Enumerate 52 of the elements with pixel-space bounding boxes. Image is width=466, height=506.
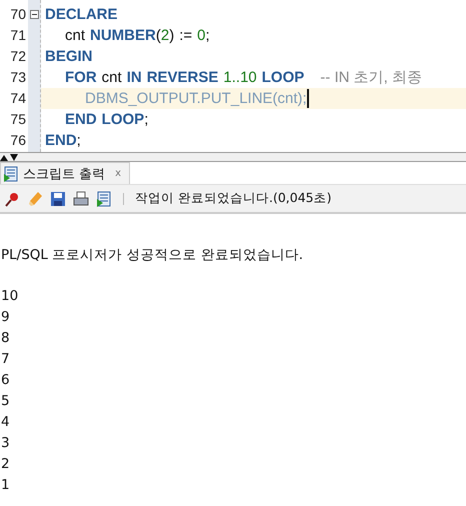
output-line: 7 — [1, 351, 11, 369]
output-tab[interactable]: 스크립트 출력 x — [0, 162, 130, 184]
code-token: BEGIN — [45, 48, 93, 65]
line-number: 73 — [9, 68, 26, 87]
code-token: REVERSE — [146, 69, 218, 86]
code-token: := — [178, 27, 192, 44]
code-token: END — [45, 132, 77, 149]
code-token: LOOP — [260, 69, 304, 86]
output-line: 10 — [1, 288, 20, 306]
output-line: 8 — [1, 330, 11, 348]
splitter-arrows-icon[interactable] — [0, 154, 20, 160]
code-token: LOOP — [100, 111, 144, 128]
pin-icon[interactable] — [4, 190, 20, 206]
code-token: cnt — [100, 69, 122, 86]
output-line: 9 — [1, 309, 11, 327]
line-number: 76 — [9, 131, 26, 150]
code-token: ; — [76, 132, 81, 149]
output-message: PL/SQL 프로시저가 성공적으로 완료되었습니다. — [1, 246, 304, 265]
text-cursor — [306, 89, 309, 108]
line-number: 72 — [9, 47, 26, 66]
code-token: FOR — [65, 69, 97, 86]
code-token: IN — [126, 69, 142, 86]
code-token: NUMBER — [89, 27, 156, 44]
code-comment: -- IN 초기, 최종 — [319, 68, 422, 87]
code-token: ; — [144, 111, 148, 128]
code-token: ) — [169, 27, 174, 44]
code-token: 2 — [160, 27, 170, 44]
close-icon[interactable]: x — [115, 168, 122, 179]
collapse-icon[interactable] — [30, 10, 38, 19]
status-message: 작업이 완료되었습니다.(0,045초) — [135, 190, 332, 207]
code-token: 1..10 — [222, 69, 257, 86]
output-line: 4 — [1, 414, 11, 432]
printer-icon[interactable] — [73, 190, 89, 206]
code-token: DECLARE — [45, 6, 118, 23]
code-token: ; — [205, 27, 210, 44]
code-token: 0 — [196, 27, 206, 44]
script-icon — [96, 190, 112, 206]
code-token: DBMS_OUTPUT.PUT_LINE(cnt); — [85, 90, 307, 107]
line-number: 75 — [9, 110, 26, 129]
output-line: 1 — [1, 477, 11, 495]
code-token: ( — [156, 27, 161, 44]
save-icon[interactable] — [50, 190, 66, 206]
output-line: 6 — [1, 372, 11, 390]
code-token: cnt — [65, 27, 86, 44]
output-line: 3 — [1, 435, 11, 453]
line-number: 71 — [9, 26, 26, 45]
output-line: 5 — [1, 393, 11, 411]
script-icon — [3, 166, 19, 182]
output-line: 2 — [1, 456, 11, 474]
line-number: 70 — [9, 5, 26, 24]
code-token: END — [65, 111, 97, 128]
line-number: 74 — [9, 89, 26, 108]
